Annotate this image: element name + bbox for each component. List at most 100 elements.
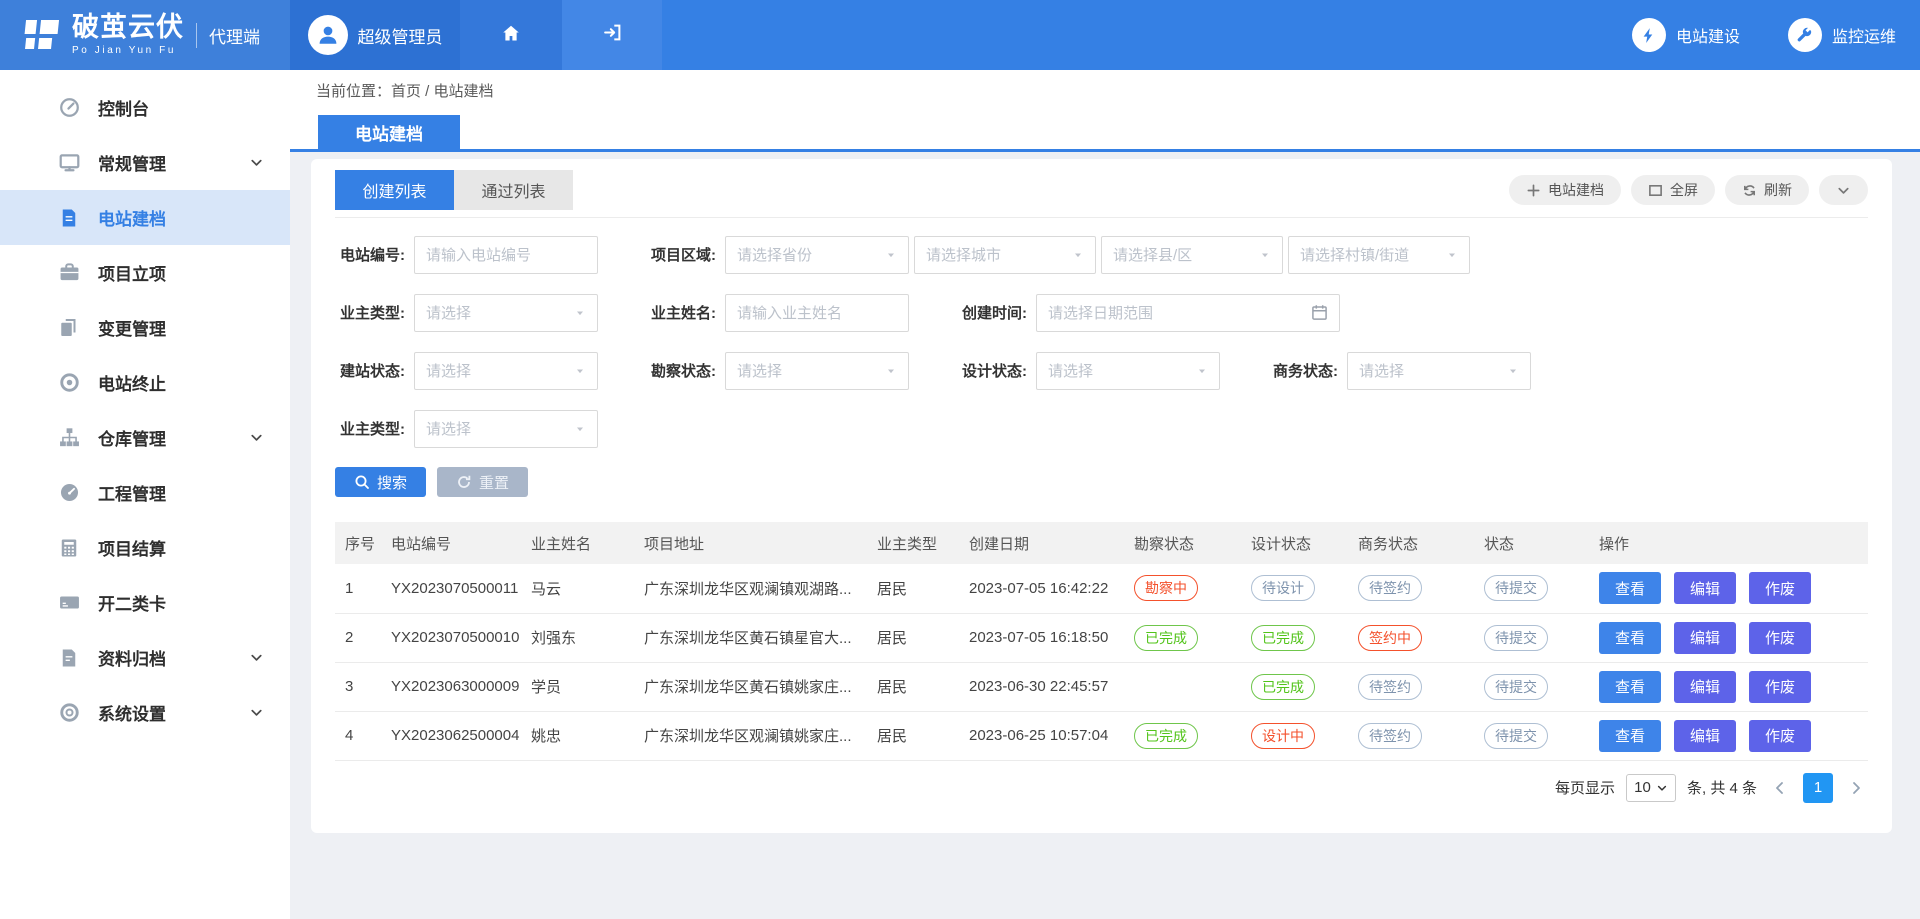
user-menu[interactable]: 超级管理员	[290, 0, 460, 70]
sidebar-item-3[interactable]: 项目立项	[0, 245, 290, 300]
stopcircle-icon	[58, 372, 80, 394]
filter-row-0: 电站编号:请输入电站编号 项目区域:请选择省份 请选择城市 请选择县/区 请选择…	[335, 235, 1868, 274]
sidebar-item-1[interactable]: 常规管理	[0, 135, 290, 190]
filter-select[interactable]: 请选择城市	[914, 236, 1096, 274]
select-placeholder: 请选择	[426, 360, 568, 381]
filter-select[interactable]: 请选择	[1036, 352, 1220, 390]
view-button[interactable]: 查看	[1599, 671, 1661, 703]
status-badge: 待提交	[1484, 575, 1548, 601]
view-button[interactable]: 查看	[1599, 720, 1661, 752]
view-button[interactable]: 查看	[1599, 622, 1661, 654]
caret-down-icon	[1507, 365, 1519, 377]
filter-field-0-3: 请选择县/区	[1101, 236, 1283, 274]
toolbar-button-1[interactable]: 全屏	[1631, 175, 1715, 205]
filter-select[interactable]: 请选择	[725, 352, 909, 390]
header-spacer	[662, 0, 1632, 70]
list-tab-0[interactable]: 创建列表	[335, 170, 454, 210]
filter-field-1-0: 业主类型: 请选择	[335, 294, 598, 332]
next-page-button[interactable]	[1844, 780, 1868, 796]
filter-select[interactable]: 请选择	[414, 410, 598, 448]
edit-button[interactable]: 编辑	[1674, 622, 1736, 654]
sidebar-item-9[interactable]: 开二类卡	[0, 575, 290, 630]
cell-actions: 查看编辑作废	[1589, 711, 1868, 760]
input-placeholder: 请输入业主姓名	[737, 302, 897, 323]
header-nav-1[interactable]: 监控运维	[1788, 18, 1896, 52]
void-button[interactable]: 作废	[1749, 720, 1811, 752]
logo-text: 破茧云伏 Po Jian Yun Fu	[72, 14, 184, 56]
filter-field-1-1: 业主姓名: 请输入业主姓名	[646, 294, 909, 332]
cell-survey-status: 勘察中	[1124, 564, 1241, 613]
search-button[interactable]: 搜索	[335, 467, 426, 497]
brand-logo-icon	[16, 11, 64, 59]
filter-field-0-4: 请选择村镇/街道	[1288, 236, 1470, 274]
cell-status: 待提交	[1474, 613, 1589, 662]
toolbar-button-3[interactable]	[1819, 175, 1868, 205]
select-placeholder: 请选择村镇/街道	[1300, 244, 1440, 265]
prev-page-button[interactable]	[1768, 780, 1792, 796]
edit-button[interactable]: 编辑	[1674, 720, 1736, 752]
header-nav-0[interactable]: 电站建设	[1632, 18, 1740, 52]
filter-select[interactable]: 请选择县/区	[1101, 236, 1283, 274]
toolbar-button-label: 全屏	[1670, 180, 1698, 200]
filter-field-0-2: 请选择城市	[914, 236, 1096, 274]
filter-field-2-1: 勘察状态:请选择	[646, 352, 909, 390]
per-page-label: 每页显示	[1555, 777, 1615, 798]
per-page-select[interactable]: 10	[1626, 774, 1676, 802]
void-button[interactable]: 作废	[1749, 572, 1811, 604]
cell-station-code: YX2023062500004	[381, 711, 521, 760]
sidebar-item-2[interactable]: 电站建档	[0, 190, 290, 245]
sidebar-item-11[interactable]: 系统设置	[0, 685, 290, 740]
filter-select[interactable]: 请选择	[1347, 352, 1531, 390]
column-header: 创建日期	[959, 522, 1124, 564]
void-button[interactable]: 作废	[1749, 671, 1811, 703]
cell-actions: 查看编辑作废	[1589, 564, 1868, 613]
sidebar-item-6[interactable]: 仓库管理	[0, 410, 290, 465]
sidebar-item-label: 控制台	[98, 95, 149, 120]
view-button[interactable]: 查看	[1599, 572, 1661, 604]
column-header: 项目地址	[634, 522, 867, 564]
select-placeholder: 请选择	[1359, 360, 1501, 381]
sidebar-item-label: 电站建档	[98, 205, 166, 230]
list-tab-1[interactable]: 通过列表	[454, 170, 573, 210]
sidebar-item-label: 电站终止	[98, 370, 166, 395]
filter-field-2-0: 建站状态:请选择	[335, 352, 598, 390]
user-name: 超级管理员	[358, 23, 443, 48]
column-header: 电站编号	[381, 522, 521, 564]
sidebar-item-4[interactable]: 变更管理	[0, 300, 290, 355]
filter-select[interactable]: 请选择省份	[725, 236, 909, 274]
edit-button[interactable]: 编辑	[1674, 572, 1736, 604]
cell-actions: 查看编辑作废	[1589, 613, 1868, 662]
breadcrumb: 当前位置： 首页 / 电站建档	[290, 70, 1920, 110]
edit-button[interactable]: 编辑	[1674, 671, 1736, 703]
sidebar-item-8[interactable]: 项目结算	[0, 520, 290, 575]
filter-select[interactable]: 请选择村镇/街道	[1288, 236, 1470, 274]
page-1-button[interactable]: 1	[1803, 773, 1833, 803]
column-header: 设计状态	[1241, 522, 1348, 564]
logout-button[interactable]	[562, 0, 662, 70]
tab-station-archive[interactable]: 电站建档	[318, 115, 460, 149]
sidebar-item-7[interactable]: 工程管理	[0, 465, 290, 520]
reset-button[interactable]: 重置	[437, 467, 528, 497]
sidebar-item-10[interactable]: 资料归档	[0, 630, 290, 685]
sidebar-item-0[interactable]: 控制台	[0, 80, 290, 135]
caret-down-icon	[1259, 249, 1271, 261]
filter-input[interactable]: 请输入业主姓名	[725, 294, 909, 332]
filter-input[interactable]: 请输入电站编号	[414, 236, 598, 274]
home-button[interactable]	[460, 0, 562, 70]
briefcase-icon	[58, 262, 80, 284]
sidebar-item-5[interactable]: 电站终止	[0, 355, 290, 410]
date-range-input[interactable]: 请选择日期范围	[1036, 294, 1340, 332]
chevron-down-icon	[1656, 782, 1668, 794]
filter-label: 业主姓名:	[646, 302, 716, 323]
filter-select[interactable]: 请选择	[414, 352, 598, 390]
calendar-icon	[1311, 304, 1328, 321]
fullscreen-icon	[1648, 183, 1663, 198]
cell-actions: 查看编辑作废	[1589, 662, 1868, 711]
status-badge: 待提交	[1484, 674, 1548, 700]
calculator-icon	[58, 537, 80, 559]
void-button[interactable]: 作废	[1749, 622, 1811, 654]
toolbar-button-2[interactable]: 刷新	[1725, 175, 1809, 205]
toolbar-button-0[interactable]: 电站建档	[1509, 175, 1621, 205]
filter-label: 业主类型:	[335, 302, 405, 323]
filter-select[interactable]: 请选择	[414, 294, 598, 332]
